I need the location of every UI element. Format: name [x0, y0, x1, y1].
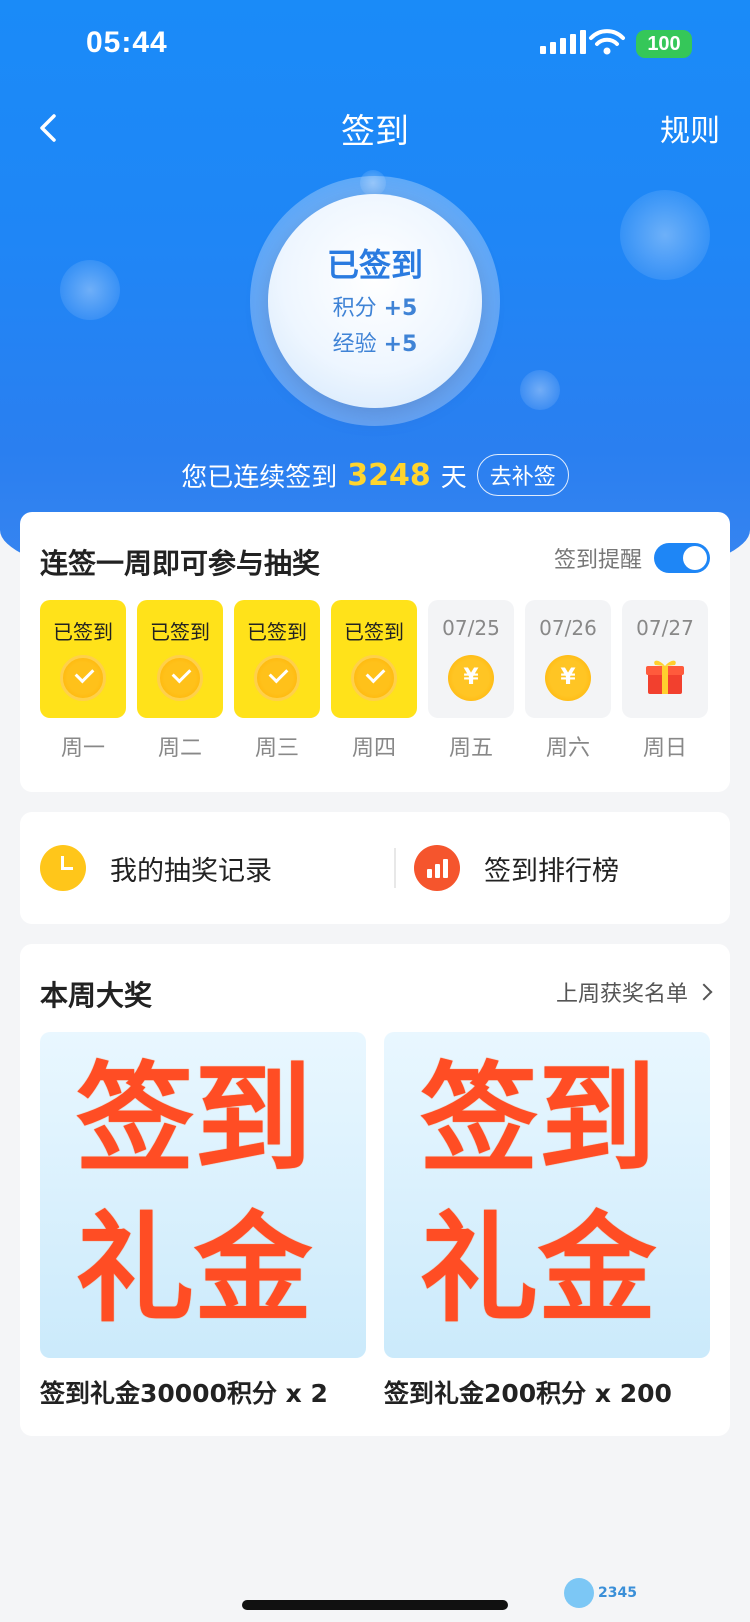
yen-coin-icon: ¥ — [448, 655, 494, 701]
last-week-winners-link[interactable]: 上周获奖名单 — [555, 976, 713, 1008]
exp-value: +5 — [383, 332, 418, 357]
day-status: 已签到 — [344, 620, 404, 644]
prize-image: 签到 礼金 — [384, 1032, 710, 1358]
streak-suffix: 天 — [440, 462, 467, 493]
weekly-prize-card: 本周大奖 上周获奖名单 签到 礼金 签到礼金30000积分 x 2 签到 礼金 … — [20, 944, 730, 1436]
reminder-label: 签到提醒 — [553, 548, 642, 573]
day-item[interactable]: 已签到 周四 — [331, 600, 417, 762]
decor-bubble — [520, 370, 560, 410]
day-card: 07/25 ¥ — [428, 600, 514, 718]
clock-icon — [40, 845, 86, 891]
prize-image-text: 礼金 — [76, 1200, 313, 1338]
day-status: 07/27 — [636, 616, 694, 640]
prize-section-title: 本周大奖 — [40, 979, 153, 1012]
day-item[interactable]: 已签到 周三 — [234, 600, 320, 762]
day-status: 已签到 — [247, 620, 307, 644]
weekly-sign-card: 连签一周即可参与抽奖 签到提醒 已签到 周一 已签到 周二 已签到 周三 已签到 周四 07/2… — [20, 512, 730, 792]
rules-link[interactable]: 规则 — [660, 106, 720, 150]
prize-name: 签到礼金200积分 x 200 — [384, 1379, 672, 1408]
ranking-link[interactable]: 签到排行榜 — [414, 812, 619, 924]
signal-icon — [540, 30, 586, 54]
weekday-label: 周一 — [60, 736, 105, 761]
page-title: 签到 — [341, 112, 409, 152]
day-card: 已签到 — [331, 600, 417, 718]
points-reward: 积分 +5 — [268, 290, 482, 322]
day-card: 07/26 ¥ — [525, 600, 611, 718]
day-status: 07/26 — [539, 616, 597, 640]
home-indicator[interactable] — [242, 1600, 508, 1610]
weekday-label: 周六 — [545, 736, 590, 761]
prize-image-text: 签到 — [76, 1050, 313, 1188]
bar-chart-icon — [414, 845, 460, 891]
day-status: 07/25 — [442, 616, 500, 640]
status-bar: 05:44 100 — [0, 0, 750, 90]
quick-links-card: 我的抽奖记录 签到排行榜 — [20, 812, 730, 924]
day-card: 已签到 — [137, 600, 223, 718]
check-coin-icon — [60, 655, 106, 701]
prize-item[interactable]: 签到 礼金 签到礼金30000积分 x 2 — [40, 1032, 366, 1410]
day-card: 已签到 — [234, 600, 320, 718]
points-label: 积分 — [332, 296, 377, 321]
check-coin-icon — [351, 655, 397, 701]
prize-item[interactable]: 签到 礼金 签到礼金200积分 x 200 — [384, 1032, 710, 1410]
streak-count: 3248 — [347, 457, 431, 493]
nav-bar: 签到 规则 — [0, 100, 750, 160]
prize-image-text: 签到 — [420, 1050, 657, 1188]
prize-image: 签到 礼金 — [40, 1032, 366, 1358]
divider — [394, 848, 396, 888]
weekday-label: 周二 — [157, 736, 202, 761]
day-item[interactable]: 07/25 ¥ 周五 — [428, 600, 514, 762]
sign-reminder: 签到提醒 — [554, 542, 710, 574]
weekday-label: 周三 — [254, 736, 299, 761]
watermark-text: 2345 — [598, 1585, 637, 1601]
day-status: 已签到 — [150, 620, 210, 644]
watermark-logo: 2345 — [564, 1578, 637, 1608]
check-coin-icon — [254, 655, 300, 701]
points-value: +5 — [383, 296, 418, 321]
day-card: 已签到 — [40, 600, 126, 718]
wifi-icon — [589, 29, 625, 55]
day-item[interactable]: 07/27 周日 — [622, 600, 708, 762]
signed-status: 已签到 — [326, 246, 423, 284]
weekday-label: 周五 — [448, 736, 493, 761]
exp-reward: 经验 +5 — [268, 326, 482, 358]
day-item[interactable]: 已签到 周一 — [40, 600, 126, 762]
day-status: 已签到 — [53, 620, 113, 644]
day-item[interactable]: 已签到 周二 — [137, 600, 223, 762]
day-item[interactable]: 07/26 ¥ 周六 — [525, 600, 611, 762]
mascot-icon — [564, 1578, 594, 1608]
prize-image-text: 礼金 — [420, 1200, 657, 1338]
streak-prefix: 您已连续签到 — [181, 462, 338, 493]
winners-label: 上周获奖名单 — [555, 982, 688, 1007]
gift-icon — [646, 660, 684, 694]
battery-indicator: 100 — [636, 30, 692, 58]
weekly-card-title: 连签一周即可参与抽奖 — [40, 547, 321, 580]
draw-record-link[interactable]: 我的抽奖记录 — [40, 812, 272, 924]
day-card: 07/27 — [622, 600, 708, 718]
weekday-label: 周日 — [642, 736, 687, 761]
prize-name: 签到礼金30000积分 x 2 — [40, 1379, 328, 1408]
yen-coin-icon: ¥ — [545, 655, 591, 701]
week-days: 已签到 周一 已签到 周二 已签到 周三 已签到 周四 07/25 ¥ 周五 07/26 ¥ 周六 07/2… — [40, 600, 708, 762]
weekday-label: 周四 — [351, 736, 396, 761]
makeup-sign-button[interactable]: 去补签 — [476, 454, 569, 496]
ranking-label: 签到排行榜 — [484, 855, 619, 887]
decor-bubble — [620, 190, 710, 280]
chevron-right-icon — [695, 983, 713, 1001]
sign-in-status-circle[interactable]: 已签到 积分 +5 经验 +5 — [268, 194, 482, 408]
draw-record-label: 我的抽奖记录 — [110, 855, 272, 887]
streak-info: 您已连续签到 3248 天 去补签 — [0, 454, 750, 496]
decor-bubble — [60, 260, 120, 320]
check-coin-icon — [157, 655, 203, 701]
reminder-toggle[interactable] — [654, 543, 710, 573]
exp-label: 经验 — [332, 332, 377, 357]
status-time: 05:44 — [86, 26, 168, 59]
